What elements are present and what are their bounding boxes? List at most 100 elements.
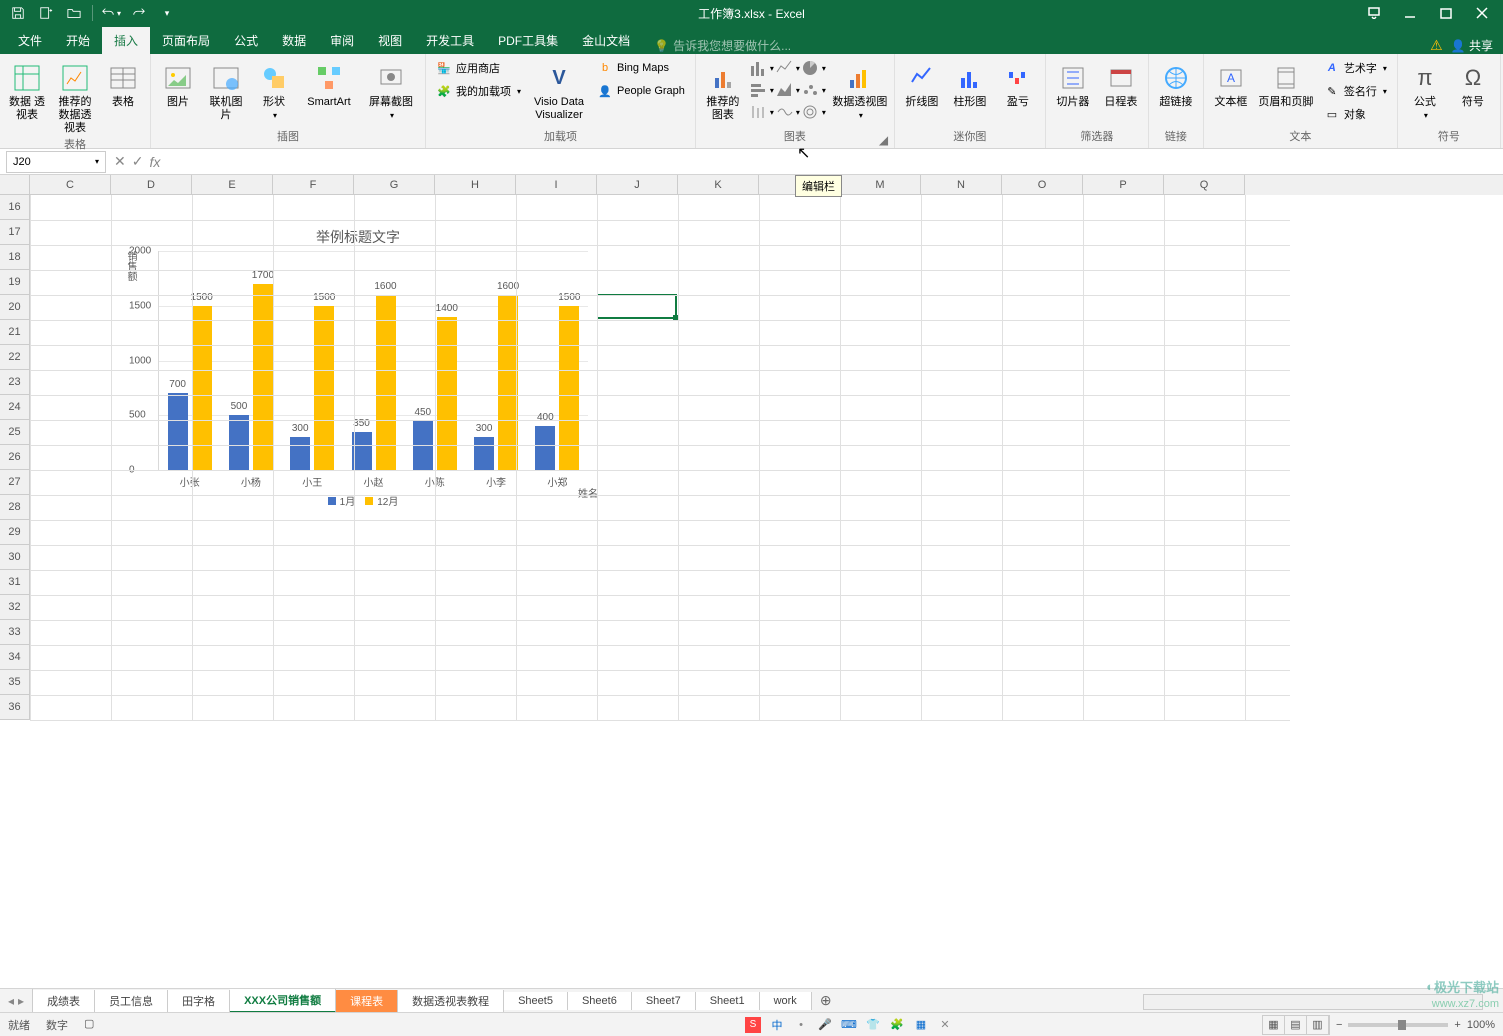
equation-button[interactable]: π公式▾ [1404, 58, 1446, 120]
row-header[interactable]: 20 [0, 295, 30, 320]
enter-formula-icon[interactable]: ✓ [132, 153, 144, 170]
radar-chart-icon[interactable]: ▾ [802, 102, 826, 122]
zoom-level[interactable]: 100% [1467, 1019, 1495, 1031]
ribbon-options-icon[interactable] [1357, 2, 1391, 24]
tab-data[interactable]: 数据 [270, 27, 318, 54]
ime-toolbar[interactable]: S 中 • 🎤 ⌨ 👕 🧩 ▦ ✕ [745, 1017, 953, 1033]
row-header[interactable]: 33 [0, 620, 30, 645]
select-all-corner[interactable] [0, 175, 30, 195]
column-header[interactable]: F [273, 175, 354, 195]
column-header[interactable]: Q [1164, 175, 1245, 195]
zoom-slider[interactable] [1348, 1023, 1448, 1027]
row-header[interactable]: 28 [0, 495, 30, 520]
row-header[interactable]: 32 [0, 595, 30, 620]
screenshot-button[interactable]: 屏幕截图▾ [363, 58, 419, 120]
column-header[interactable]: D [111, 175, 192, 195]
column-header[interactable]: H [435, 175, 516, 195]
surface-chart-icon[interactable]: ▾ [776, 102, 800, 122]
column-header[interactable]: J [597, 175, 678, 195]
timeline-button[interactable]: 日程表 [1100, 58, 1142, 109]
sigline-button[interactable]: ✎签名行▾ [1320, 81, 1391, 101]
row-header[interactable]: 34 [0, 645, 30, 670]
redo-icon[interactable] [127, 2, 151, 24]
row-header[interactable]: 24 [0, 395, 30, 420]
column-header[interactable]: O [1002, 175, 1083, 195]
sparkline-line-button[interactable]: 折线图 [901, 58, 943, 109]
column-chart-icon[interactable]: ▾ [750, 58, 774, 78]
name-box[interactable]: J20▾ [6, 151, 106, 173]
maximize-icon[interactable] [1429, 2, 1463, 24]
sheet-tab[interactable]: Sheet1 [696, 992, 760, 1010]
row-header[interactable]: 27 [0, 470, 30, 495]
zoom-in-button[interactable]: + [1454, 1019, 1460, 1031]
column-header[interactable]: E [192, 175, 273, 195]
table-button[interactable]: 表格 [102, 58, 144, 109]
column-header[interactable]: N [921, 175, 1002, 195]
pivot-chart-button[interactable]: 数据透视图▾ [832, 58, 888, 120]
column-header[interactable]: G [354, 175, 435, 195]
minimize-icon[interactable] [1393, 2, 1427, 24]
visio-button[interactable]: VVisio Data Visualizer [531, 58, 587, 122]
charts-launcher-icon[interactable]: ◢ [879, 133, 891, 145]
row-header[interactable]: 16 [0, 195, 30, 220]
formula-input[interactable] [168, 151, 1503, 173]
undo-icon[interactable]: ▾ [99, 2, 123, 24]
stock-chart-icon[interactable]: ▾ [750, 102, 774, 122]
sparkline-winloss-button[interactable]: 盈亏 [997, 58, 1039, 109]
area-chart-icon[interactable]: ▾ [776, 80, 800, 100]
tell-me-search[interactable]: 💡 告诉我您想要做什么... [642, 37, 791, 54]
slicer-button[interactable]: 切片器 [1052, 58, 1094, 109]
sparkline-column-button[interactable]: 柱形图 [949, 58, 991, 109]
textbox-button[interactable]: A文本框 [1210, 58, 1252, 109]
sheet-tab[interactable]: Sheet7 [632, 992, 696, 1010]
worksheet-grid[interactable]: CDEFGHIJKLMNOPQ 161718192021222324252627… [0, 175, 1503, 988]
online-picture-button[interactable]: 联机图片 [205, 58, 247, 122]
zoom-out-button[interactable]: − [1336, 1019, 1342, 1031]
active-cell[interactable] [596, 294, 677, 319]
tab-home[interactable]: 开始 [54, 27, 102, 54]
tab-layout[interactable]: 页面布局 [150, 27, 222, 54]
symbol-button[interactable]: Ω符号 [1452, 58, 1494, 109]
shapes-button[interactable]: 形状▾ [253, 58, 295, 120]
column-header[interactable]: I [516, 175, 597, 195]
sheet-tab[interactable]: work [760, 992, 812, 1010]
close-icon[interactable] [1465, 2, 1499, 24]
bing-maps-button[interactable]: bBing Maps [593, 58, 689, 78]
rec-pivot-button[interactable]: 推荐的 数据透视表 [54, 58, 96, 136]
macro-record-icon[interactable]: ▢ [84, 1017, 94, 1033]
people-graph-button[interactable]: 👤People Graph [593, 81, 689, 101]
add-sheet-button[interactable]: ⊕ [812, 992, 840, 1009]
column-header[interactable]: M [840, 175, 921, 195]
sheet-tab[interactable]: 员工信息 [95, 990, 168, 1012]
tab-file[interactable]: 文件 [6, 27, 54, 54]
row-header[interactable]: 31 [0, 570, 30, 595]
link-button[interactable]: 超链接 [1155, 58, 1197, 109]
save-icon[interactable] [6, 2, 30, 24]
bar-chart-icon[interactable]: ▾ [750, 80, 774, 100]
row-header[interactable]: 19 [0, 270, 30, 295]
fx-icon[interactable]: fx [149, 154, 160, 170]
page-layout-icon[interactable]: ▤ [1285, 1016, 1307, 1034]
row-header[interactable]: 23 [0, 370, 30, 395]
sheet-tab[interactable]: 课程表 [336, 990, 398, 1012]
row-header[interactable]: 35 [0, 670, 30, 695]
tab-insert[interactable]: 插入 [102, 27, 150, 54]
smartart-button[interactable]: SmartArt [301, 58, 357, 109]
row-header[interactable]: 25 [0, 420, 30, 445]
picture-button[interactable]: 图片 [157, 58, 199, 109]
normal-view-icon[interactable]: ▦ [1263, 1016, 1285, 1034]
tab-pdf[interactable]: PDF工具集 [486, 27, 570, 54]
tab-wps[interactable]: 金山文档 [570, 27, 642, 54]
sheet-tab[interactable]: XXX公司销售额 [230, 989, 336, 1013]
page-break-icon[interactable]: ▥ [1307, 1016, 1329, 1034]
pivot-table-button[interactable]: 数据 透视表 [6, 58, 48, 122]
sheet-tab[interactable]: 数据透视表教程 [398, 990, 504, 1012]
sheet-tab[interactable]: Sheet6 [568, 992, 632, 1010]
column-header[interactable]: P [1083, 175, 1164, 195]
sheet-tab[interactable]: 成绩表 [33, 990, 95, 1012]
share-button[interactable]: 👤 共享 [1451, 37, 1493, 54]
row-header[interactable]: 36 [0, 695, 30, 720]
sheet-tab[interactable]: 田字格 [168, 990, 230, 1012]
store-button[interactable]: 🏪应用商店 [432, 58, 525, 78]
headerfooter-button[interactable]: 页眉和页脚 [1258, 58, 1314, 109]
